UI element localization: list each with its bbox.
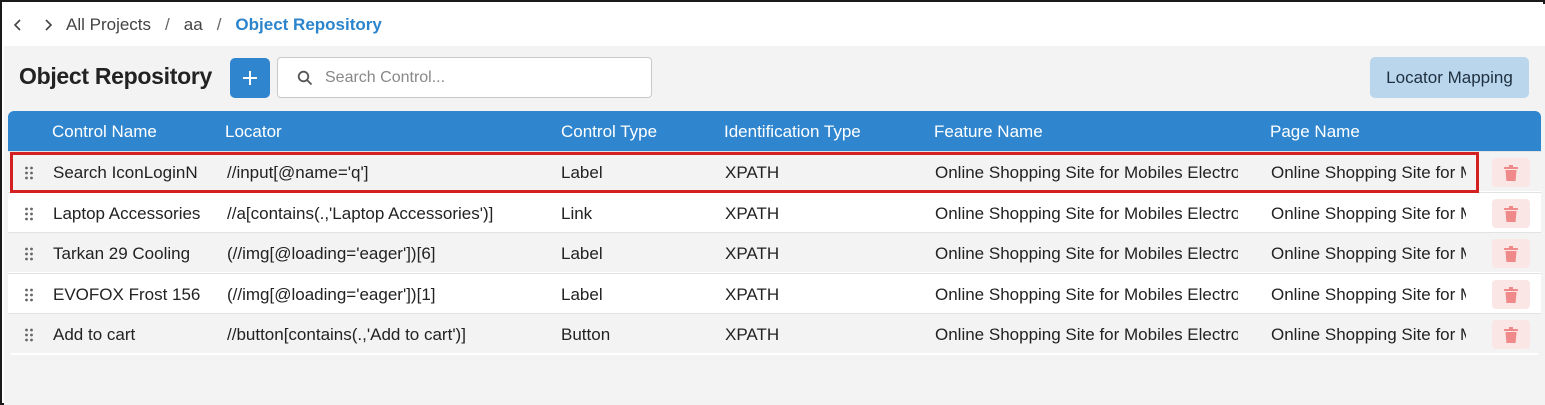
drag-handle-icon[interactable] xyxy=(24,206,34,221)
column-header-control-type[interactable]: Control Type xyxy=(561,122,657,142)
cell-locator: //a[contains(.,'Laptop Accessories')] xyxy=(227,204,494,223)
drag-handle-icon[interactable] xyxy=(24,287,34,302)
cell-control-name: Laptop Accessories xyxy=(53,204,201,223)
trash-icon xyxy=(1504,164,1518,181)
table-row[interactable]: EVOFOX Frost 156 (//img[@loading='eager'… xyxy=(8,273,1541,313)
cell-control-type: Link xyxy=(561,204,593,223)
cell-identification-type: XPATH xyxy=(725,285,780,304)
column-header-identification-type[interactable]: Identification Type xyxy=(724,122,861,142)
cell-control-name: EVOFOX Frost 156 xyxy=(53,285,201,304)
column-header-control-name[interactable]: Control Name xyxy=(52,122,157,142)
drag-handle-icon[interactable] xyxy=(24,165,34,180)
cell-control-name: Tarkan 29 Cooling xyxy=(53,244,191,263)
cell-locator: //input[@name='q'] xyxy=(227,163,369,182)
cell-control-type: Button xyxy=(561,325,611,344)
breadcrumb: All Projects / aa / Object Repository xyxy=(4,4,1545,46)
cell-feature-name: Online Shopping Site for Mobiles Electro xyxy=(935,204,1238,223)
column-header-feature-name[interactable]: Feature Name xyxy=(934,122,1043,142)
cell-control-type: Label xyxy=(561,163,603,182)
delete-button[interactable] xyxy=(1492,239,1530,268)
page-title: Object Repository xyxy=(19,63,212,89)
drag-handle-icon[interactable] xyxy=(24,246,34,261)
app-window: All Projects / aa / Object Repository Ob… xyxy=(0,0,1545,405)
cell-feature-name: Online Shopping Site for Mobiles Electro xyxy=(935,244,1238,263)
delete-button[interactable] xyxy=(1492,280,1530,309)
main-content: Object Repository Locator Mapping Contro… xyxy=(4,46,1545,405)
cell-identification-type: XPATH xyxy=(725,244,780,263)
delete-button[interactable] xyxy=(1492,158,1530,187)
cell-page-name: Online Shopping Site for M xyxy=(1271,285,1466,304)
cell-identification-type: XPATH xyxy=(725,204,780,223)
trash-icon xyxy=(1504,286,1518,303)
search-input[interactable] xyxy=(325,68,625,87)
breadcrumb-current: Object Repository xyxy=(235,15,382,34)
table-row[interactable]: Add to cart //button[contains(.,'Add to … xyxy=(8,313,1541,353)
cell-page-name: Online Shopping Site for M xyxy=(1271,325,1466,344)
cell-control-name: Search IconLoginN xyxy=(53,163,198,182)
column-header-page-name[interactable]: Page Name xyxy=(1270,122,1360,142)
search-icon xyxy=(297,70,313,86)
table-row[interactable]: Laptop Accessories //a[contains(.,'Lapto… xyxy=(8,192,1541,232)
cell-page-name: Online Shopping Site for M xyxy=(1271,244,1466,263)
breadcrumb-separator: / xyxy=(216,15,222,34)
breadcrumb-project[interactable]: aa xyxy=(184,15,203,35)
cell-identification-type: XPATH xyxy=(725,325,780,344)
column-header-locator[interactable]: Locator xyxy=(225,122,282,142)
cell-feature-name: Online Shopping Site for Mobiles Electro xyxy=(935,325,1238,344)
cell-page-name: Online Shopping Site for M xyxy=(1271,163,1466,182)
drag-handle-icon[interactable] xyxy=(24,327,34,342)
cell-control-name: Add to cart xyxy=(53,325,136,344)
chevron-left-icon[interactable] xyxy=(10,17,26,33)
cell-page-name: Online Shopping Site for M xyxy=(1271,204,1466,223)
delete-button[interactable] xyxy=(1492,199,1530,228)
delete-button[interactable] xyxy=(1492,320,1530,349)
add-control-button[interactable] xyxy=(230,58,270,98)
breadcrumb-separator: / xyxy=(165,15,170,34)
trash-icon xyxy=(1504,205,1518,222)
breadcrumb-all-projects[interactable]: All Projects xyxy=(66,15,151,35)
cell-feature-name: Online Shopping Site for Mobiles Electro xyxy=(935,163,1238,182)
cell-control-type: Label xyxy=(561,244,603,263)
cell-locator: //button[contains(.,'Add to cart')] xyxy=(227,325,466,344)
plus-icon xyxy=(243,71,257,85)
locator-mapping-button[interactable]: Locator Mapping xyxy=(1370,57,1529,98)
cell-identification-type: XPATH xyxy=(725,163,780,182)
table-header: Control Name Locator Control Type Identi… xyxy=(8,111,1541,151)
cell-control-type: Label xyxy=(561,285,603,304)
cell-locator: (//img[@loading='eager'])[1] xyxy=(227,285,436,304)
search-box[interactable] xyxy=(277,57,652,98)
table-row[interactable]: Tarkan 29 Cooling (//img[@loading='eager… xyxy=(8,232,1541,272)
trash-icon xyxy=(1504,326,1518,343)
cell-feature-name: Online Shopping Site for Mobiles Electro xyxy=(935,285,1238,304)
controls-table: Control Name Locator Control Type Identi… xyxy=(8,111,1541,355)
trash-icon xyxy=(1504,245,1518,262)
table-row[interactable]: Search IconLoginN //input[@name='q'] Lab… xyxy=(8,151,1541,191)
cell-locator: (//img[@loading='eager'])[6] xyxy=(227,244,436,263)
chevron-right-icon[interactable] xyxy=(40,17,56,33)
